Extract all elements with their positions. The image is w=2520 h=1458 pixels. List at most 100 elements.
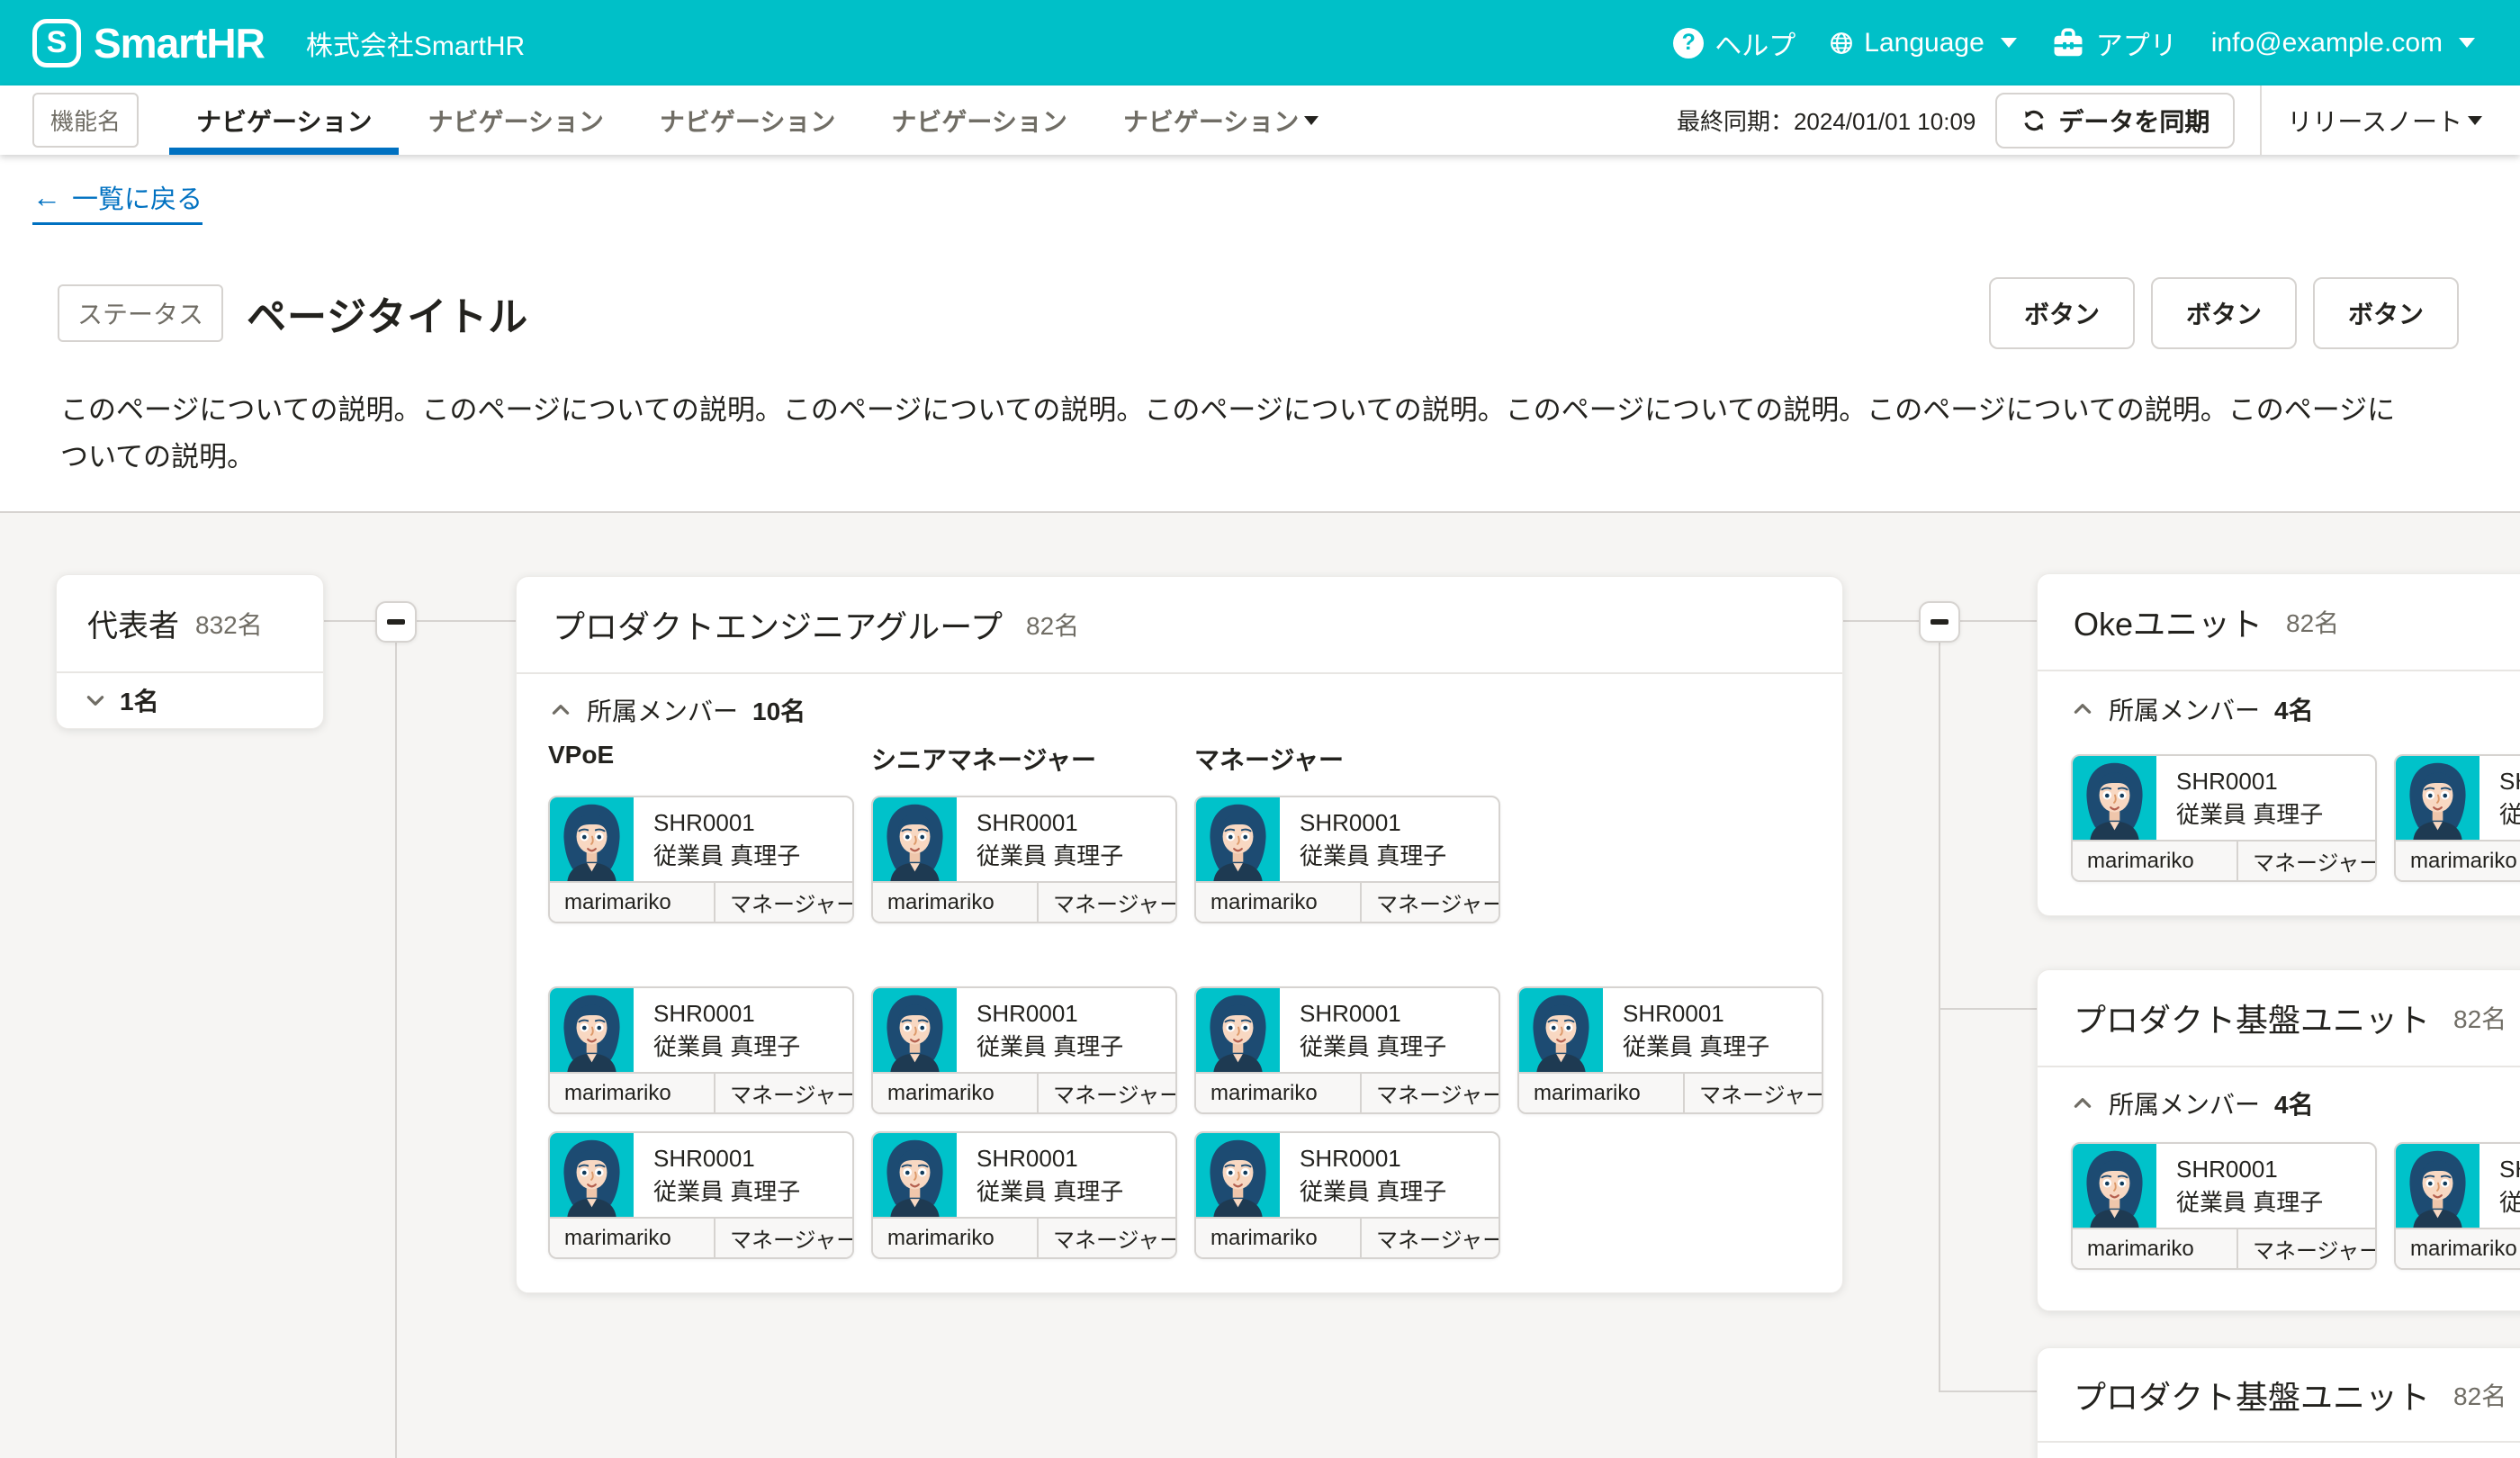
release-notes-menu[interactable]: リリースノート xyxy=(2287,103,2482,139)
employee-avatar xyxy=(2073,756,2156,840)
employee-card-main: SHR0001 従業員 真理子 xyxy=(1196,1133,1498,1217)
employee-card-main: SHR0001 従業員 真理子 xyxy=(2396,1144,2520,1228)
employee-avatar xyxy=(550,988,634,1072)
employee-username: marimariko xyxy=(1196,1219,1360,1257)
employee-card[interactable]: SHR0001 従業員 真理子 marimariko マネージャー xyxy=(2394,1142,2520,1270)
employee-username: marimariko xyxy=(873,1219,1037,1257)
employee-card-footer: marimariko マネージャー xyxy=(1196,881,1498,922)
language-menu[interactable]: Language xyxy=(1830,28,2016,58)
employee-avatar xyxy=(873,797,957,881)
employee-card[interactable]: SHR0001 従業員 真理子 marimariko マネージャー xyxy=(548,986,854,1114)
employee-id: SHR0001 xyxy=(653,997,800,1030)
employee-username: marimariko xyxy=(550,1074,714,1112)
nav-tab-5-dropdown[interactable]: ナビゲーション xyxy=(1096,86,1346,155)
avatar-illustration-icon xyxy=(1196,797,1280,881)
employee-card[interactable]: SHR0001 従業員 真理子 marimariko マネージャー xyxy=(1194,796,1500,923)
employee-name: 従業員 真理子 xyxy=(1300,840,1446,873)
employee-role: マネージャー xyxy=(1360,883,1498,922)
employee-name: 従業員 真理子 xyxy=(2176,798,2323,832)
page-action-button-1[interactable]: ボタン xyxy=(1989,277,2135,349)
employee-info: SHR0001 従業員 真理子 xyxy=(957,1133,1123,1217)
employee-info: SHR0001 従業員 真理子 xyxy=(634,988,800,1072)
group-count: 82名 xyxy=(2453,1000,2506,1036)
group-header: プロダクト基盤ユニット 82名 xyxy=(2038,970,2520,1067)
nav-tab-3[interactable]: ナビゲーション xyxy=(633,86,862,155)
employee-name: 従業員 真理子 xyxy=(976,1030,1123,1064)
page-action-button-2[interactable]: ボタン xyxy=(2151,277,2297,349)
employee-card[interactable]: SHR0001 従業員 真理子 marimariko マネージャー xyxy=(1194,1131,1500,1259)
left-arrow-icon: ← xyxy=(32,181,61,214)
employee-card-main: SHR0001 従業員 真理子 xyxy=(2396,756,2520,840)
help-menu[interactable]: ? ヘルプ xyxy=(1673,23,1796,63)
smarthr-logo-icon: S xyxy=(32,19,81,68)
members-toggle[interactable]: 所属メンバー 10名 xyxy=(549,692,806,728)
minus-icon xyxy=(387,619,405,625)
representative-expand-toggle[interactable]: 1名 xyxy=(57,673,323,726)
collapse-button[interactable] xyxy=(375,601,417,643)
employee-info: SHR0001 従業員 真理子 xyxy=(2480,756,2520,840)
employee-card[interactable]: SHR0001 従業員 真理子 marimariko マネージャー xyxy=(1194,986,1500,1114)
employee-id: SHR0001 xyxy=(976,1142,1123,1175)
members-toggle[interactable]: 所属メンバー 4名 xyxy=(2071,691,2314,727)
employee-id: SHR0001 xyxy=(976,806,1123,840)
account-menu[interactable]: info@example.com xyxy=(2211,28,2475,58)
members-label: 所属メンバー xyxy=(587,692,738,728)
globe-icon xyxy=(1830,32,1853,55)
connector-line xyxy=(1939,1008,2037,1010)
nav-tab-1[interactable]: ナビゲーション xyxy=(169,86,399,155)
employee-name: 従業員 真理子 xyxy=(2499,1186,2520,1220)
nav-tab-label: ナビゲーション xyxy=(660,103,835,139)
employee-card[interactable]: SHR0001 従業員 真理子 marimariko マネージャー xyxy=(871,796,1177,923)
employee-card-footer: marimariko マネージャー xyxy=(2396,840,2520,880)
employee-id: SHR0001 xyxy=(2499,1153,2520,1186)
avatar-illustration-icon xyxy=(2073,756,2156,840)
employee-card[interactable]: SHR0001 従業員 真理子 marimariko マネージャー xyxy=(2071,1142,2377,1270)
avatar-illustration-icon xyxy=(1196,988,1280,1072)
employee-card-footer: marimariko マネージャー xyxy=(1196,1072,1498,1112)
nav-tab-label: ナビゲーション xyxy=(428,103,603,139)
back-to-list-link[interactable]: ← 一覧に戻る xyxy=(32,178,202,225)
org-node-representative[interactable]: 代表者 832名 1名 xyxy=(56,574,324,729)
page-action-button-3[interactable]: ボタン xyxy=(2313,277,2459,349)
employee-id: SHR0001 xyxy=(2176,765,2323,798)
avatar-illustration-icon xyxy=(2073,1144,2156,1228)
status-badge: ステータス xyxy=(58,284,223,342)
nav-tab-4[interactable]: ナビゲーション xyxy=(864,86,1094,155)
sync-data-button[interactable]: データを同期 xyxy=(1995,93,2235,148)
employee-username: marimariko xyxy=(1196,1074,1360,1112)
nav-divider xyxy=(2260,86,2262,155)
employee-role: マネージャー xyxy=(1037,1074,1175,1112)
employee-card[interactable]: SHR0001 従業員 真理子 marimariko マネージャー xyxy=(2394,754,2520,882)
org-chart-canvas: 代表者 832名 1名 プロダクトエンジニアグループ 82名 所属メンバー xyxy=(0,513,2520,1458)
employee-name: 従業員 真理子 xyxy=(2176,1186,2323,1220)
nav-tab-2[interactable]: ナビゲーション xyxy=(400,86,630,155)
employee-username: marimariko xyxy=(1519,1074,1683,1112)
employee-card[interactable]: SHR0001 従業員 真理子 marimariko マネージャー xyxy=(871,1131,1177,1259)
employee-card[interactable]: SHR0001 従業員 真理子 marimariko マネージャー xyxy=(1517,986,1823,1114)
employee-avatar xyxy=(2396,1144,2480,1228)
employee-info: SHR0001 従業員 真理子 xyxy=(634,1133,800,1217)
members-count: 4名 xyxy=(2274,1085,2314,1121)
smarthr-logo[interactable]: S SmartHR xyxy=(32,19,265,68)
refresh-icon xyxy=(2020,107,2048,134)
avatar-illustration-icon xyxy=(2396,1144,2480,1228)
connector-line xyxy=(1939,1390,2037,1392)
page-title: ページタイトル xyxy=(247,284,528,342)
avatar-illustration-icon xyxy=(550,1133,634,1217)
employee-card[interactable]: SHR0001 従業員 真理子 marimariko マネージャー xyxy=(548,796,854,923)
employee-card[interactable]: SHR0001 従業員 真理子 marimariko マネージャー xyxy=(871,986,1177,1114)
employee-name: 従業員 真理子 xyxy=(1300,1030,1446,1064)
employee-card-footer: marimariko マネージャー xyxy=(2073,1228,2375,1268)
connector-line xyxy=(1939,643,1940,1392)
employee-card[interactable]: SHR0001 従業員 真理子 marimariko マネージャー xyxy=(2071,754,2377,882)
members-toggle[interactable]: 所属メンバー 4名 xyxy=(2071,1085,2314,1121)
apps-menu[interactable]: アプリ xyxy=(2051,23,2177,63)
chevron-up-icon xyxy=(2071,698,2094,721)
employee-card[interactable]: SHR0001 従業員 真理子 marimariko マネージャー xyxy=(548,1131,854,1259)
employee-name: 従業員 真理子 xyxy=(976,840,1123,873)
sync-data-label: データを同期 xyxy=(2058,103,2210,139)
collapse-button[interactable] xyxy=(1919,601,1960,643)
employee-avatar xyxy=(550,1133,634,1217)
group-count: 82名 xyxy=(2286,604,2339,640)
nav-tab-label: ナビゲーション xyxy=(196,103,372,139)
